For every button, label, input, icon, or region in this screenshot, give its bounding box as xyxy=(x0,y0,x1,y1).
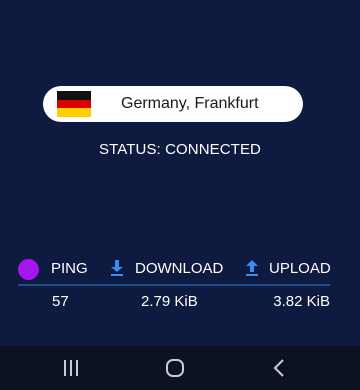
download-value: 2.79 KiB xyxy=(141,293,198,310)
stats-divider xyxy=(18,284,330,286)
stats-header: PING DOWNLOAD UPLOAD xyxy=(18,256,331,282)
upload-label: UPLOAD xyxy=(269,260,331,277)
germany-flag-icon xyxy=(57,91,91,118)
ping-label: PING xyxy=(51,260,88,277)
ping-indicator-icon xyxy=(18,259,39,280)
home-icon xyxy=(166,359,184,377)
server-location-label: Germany, Frankfurt xyxy=(121,95,259,112)
recent-apps-icon xyxy=(64,360,78,376)
connection-status-text: STATUS: CONNECTED xyxy=(99,141,261,158)
system-navigation-bar xyxy=(0,346,360,390)
upload-arrow-icon xyxy=(246,260,258,276)
back-button[interactable] xyxy=(260,346,300,390)
back-icon xyxy=(273,359,284,377)
server-selector-button[interactable]: Germany, Frankfurt xyxy=(43,86,303,122)
download-label: DOWNLOAD xyxy=(135,260,224,277)
ping-value: 57 xyxy=(52,293,69,310)
upload-value: 3.82 KiB xyxy=(273,293,330,310)
home-button[interactable] xyxy=(155,346,195,390)
download-arrow-icon xyxy=(111,260,123,276)
recent-apps-button[interactable] xyxy=(51,346,91,390)
